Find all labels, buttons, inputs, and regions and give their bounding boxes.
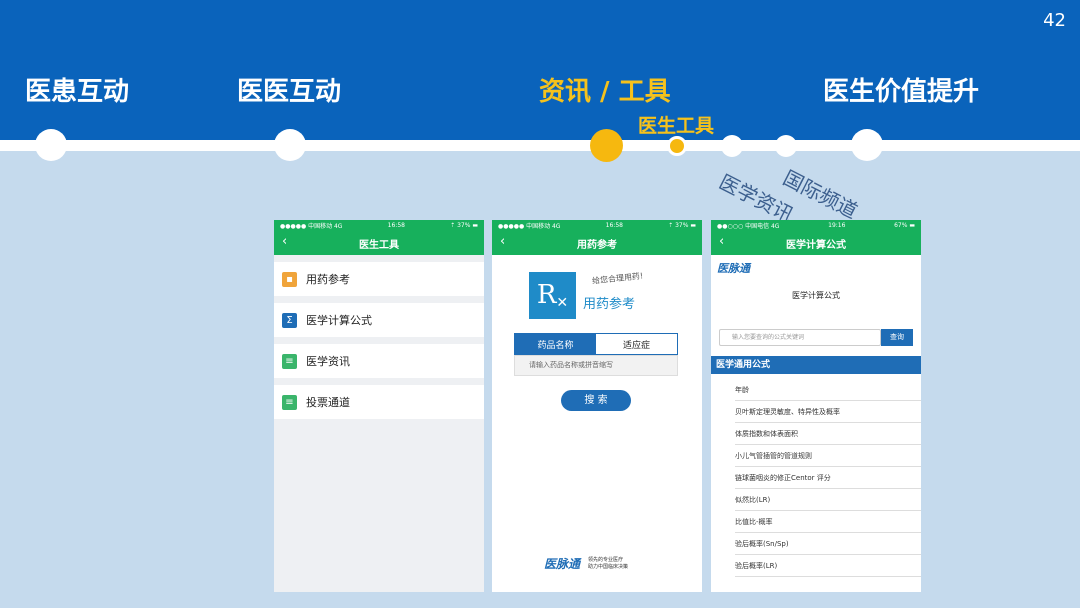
pill-box-icon: ▪ bbox=[282, 271, 297, 287]
back-icon[interactable]: ‹ bbox=[500, 234, 505, 249]
back-icon[interactable]: ‹ bbox=[282, 234, 287, 249]
screen-title: 医学计算公式 bbox=[786, 239, 846, 251]
menu-item-voting[interactable]: ≡ 投票通道 bbox=[274, 385, 484, 419]
timeline-subdot[interactable] bbox=[721, 135, 743, 157]
section-header: 医学通用公式 bbox=[711, 356, 921, 374]
battery-text: 67% ▬ bbox=[894, 222, 915, 229]
formula-heading: 医学计算公式 bbox=[792, 291, 840, 300]
list-item[interactable]: 验后概率(Sn/Sp) bbox=[735, 533, 921, 555]
list-item[interactable]: 年龄 bbox=[735, 379, 921, 401]
status-bar: ●●○○○ 中国电信 4G 19:16 67% ▬ bbox=[711, 220, 921, 231]
brand-tagline: 领先的专业医疗 助力中国临床决策 bbox=[588, 557, 628, 571]
nav-label-doctor-doctor[interactable]: 医医互动 bbox=[237, 71, 341, 108]
battery-text: ⇡ 37% ▬ bbox=[668, 222, 696, 229]
header-band: 42 医患互动 医医互动 资讯 / 工具 医生价值提升 医生工具 bbox=[0, 0, 1080, 140]
timeline-dot[interactable] bbox=[274, 129, 306, 161]
title-bar: ‹ 用药参考 bbox=[492, 231, 702, 255]
brand-tagline-line: 领先的专业医疗 bbox=[588, 556, 624, 563]
timeline-dot[interactable] bbox=[851, 129, 883, 161]
carrier-text: ●●●●● 中国移动 4G bbox=[280, 223, 343, 230]
phone-drug-reference: ●●●●● 中国移动 4G 16:58 ⇡ 37% ▬ ‹ 用药参考 R✕ 给您… bbox=[492, 220, 702, 592]
tab-drug-name[interactable]: 药品名称 bbox=[515, 334, 596, 354]
status-bar: ●●●●● 中国移动 4G 16:58 ⇡ 37% ▬ bbox=[274, 220, 484, 231]
timeline-dot[interactable] bbox=[35, 129, 67, 161]
formula-search-button[interactable]: 查询 bbox=[881, 329, 913, 346]
list-item[interactable]: 似然比(LR) bbox=[735, 489, 921, 511]
formula-search-input[interactable]: 输入您要查询的公式关键词 bbox=[719, 329, 881, 346]
sigma-icon: Σ bbox=[282, 312, 297, 328]
menu-item-label: 医学计算公式 bbox=[306, 314, 372, 327]
timeline-line bbox=[0, 140, 1080, 151]
phone-medical-formula: ●●○○○ 中国电信 4G 19:16 67% ▬ ‹ 医学计算公式 医脉通 医… bbox=[711, 220, 921, 592]
brand-tagline-line: 助力中国临床决策 bbox=[588, 563, 629, 570]
clock-text: 19:16 bbox=[828, 222, 846, 229]
brand-logo: 医脉通 bbox=[544, 557, 581, 571]
nav-label-doctor-patient[interactable]: 医患互动 bbox=[25, 71, 129, 108]
menu-item-medical-formula[interactable]: Σ 医学计算公式 bbox=[274, 303, 484, 337]
drug-reference-body: R✕ 给您合理用药! 用药参考 药品名称 适应症 请输入药品名称或拼音缩写 搜 … bbox=[492, 255, 702, 592]
rx-logo-icon: R✕ bbox=[529, 272, 576, 319]
menu-item-label: 用药参考 bbox=[306, 273, 350, 286]
clock-text: 16:58 bbox=[605, 222, 623, 229]
menu-item-drug-reference[interactable]: ▪ 用药参考 bbox=[274, 262, 484, 296]
document-icon: ≡ bbox=[282, 353, 297, 369]
list-item[interactable]: 贝叶斯定理灵敏度、特异性及概率 bbox=[735, 401, 921, 423]
page-number: 42 bbox=[1043, 10, 1066, 31]
timeline-subdot-active[interactable] bbox=[667, 136, 687, 156]
title-bar: ‹ 医学计算公式 bbox=[711, 231, 921, 255]
title-bar: ‹ 医生工具 bbox=[274, 231, 484, 255]
battery-text: ⇡ 37% ▬ bbox=[450, 222, 478, 229]
brand-logo: 医脉通 bbox=[717, 262, 750, 275]
sub-label-doctor-tools[interactable]: 医生工具 bbox=[638, 111, 714, 138]
tab-indication[interactable]: 适应症 bbox=[596, 334, 677, 354]
list-item[interactable]: 小儿气管插管的管道规则 bbox=[735, 445, 921, 467]
search-button[interactable]: 搜 索 bbox=[561, 390, 631, 411]
list-item[interactable]: 验后概率(LR) bbox=[735, 555, 921, 577]
drug-search-input[interactable]: 请输入药品名称或拼音缩写 bbox=[514, 355, 678, 376]
screen-title: 医生工具 bbox=[359, 239, 399, 251]
rx-title: 用药参考 bbox=[583, 297, 636, 312]
search-tabs: 药品名称 适应症 bbox=[514, 333, 678, 355]
list-item[interactable]: 体质指数和体表面积 bbox=[735, 423, 921, 445]
formula-list: 年龄 贝叶斯定理灵敏度、特异性及概率 体质指数和体表面积 小儿气管插管的管道规则… bbox=[711, 379, 921, 577]
ballot-icon: ≡ bbox=[282, 394, 297, 410]
list-item[interactable]: 比值比-概率 bbox=[735, 511, 921, 533]
clock-text: 16:58 bbox=[387, 222, 405, 229]
menu-item-label: 医学资讯 bbox=[306, 355, 350, 368]
screen-title: 用药参考 bbox=[577, 239, 617, 251]
carrier-text: ●●●●● 中国移动 4G bbox=[498, 223, 561, 230]
rx-symbol: R bbox=[536, 280, 557, 310]
brand-footer: 医脉通 领先的专业医疗 助力中国临床决策 bbox=[544, 555, 628, 572]
status-bar: ●●●●● 中国移动 4G 16:58 ⇡ 37% ▬ bbox=[492, 220, 702, 231]
rx-slogan: 给您合理用药! bbox=[591, 271, 644, 286]
phone-doctor-tools: ●●●●● 中国移动 4G 16:58 ⇡ 37% ▬ ‹ 医生工具 ▪ 用药参… bbox=[274, 220, 484, 592]
nav-label-value[interactable]: 医生价值提升 bbox=[823, 71, 979, 108]
timeline-dot-active[interactable] bbox=[590, 129, 623, 162]
nav-label-news-tools[interactable]: 资讯 / 工具 bbox=[539, 71, 671, 108]
back-icon[interactable]: ‹ bbox=[719, 234, 724, 249]
menu-item-label: 投票通道 bbox=[306, 396, 350, 409]
carrier-text: ●●○○○ 中国电信 4G bbox=[717, 223, 780, 230]
timeline-subdot[interactable] bbox=[775, 135, 797, 157]
menu-item-medical-news[interactable]: ≡ 医学资讯 bbox=[274, 344, 484, 378]
formula-body: 医脉通 医学计算公式 输入您要查询的公式关键词 查询 医学通用公式 年龄 贝叶斯… bbox=[711, 255, 921, 592]
list-item[interactable]: 链球菌咽炎的修正Centor 评分 bbox=[735, 467, 921, 489]
